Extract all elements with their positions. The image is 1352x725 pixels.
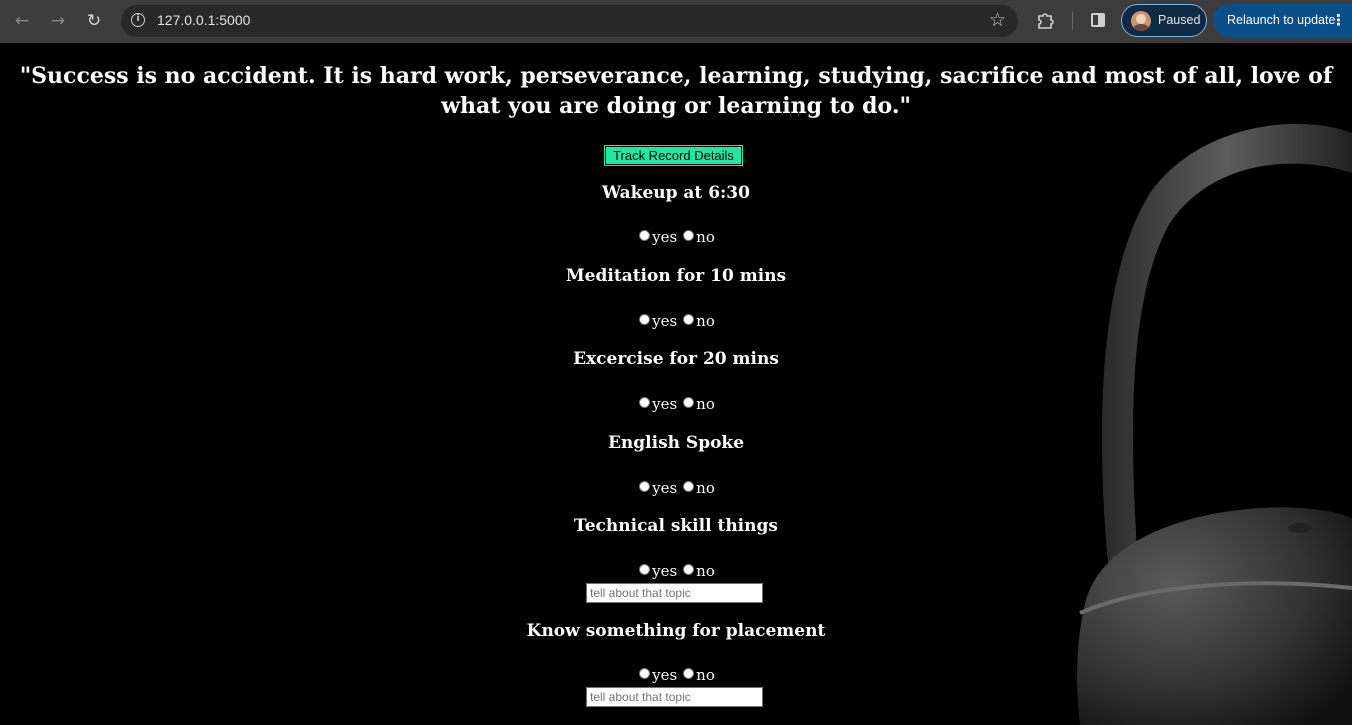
- no-label: no: [696, 479, 715, 497]
- yes-radio[interactable]: [639, 230, 651, 241]
- topic-input[interactable]: tell about that topic: [586, 687, 763, 707]
- back-icon[interactable]: ←: [9, 8, 35, 34]
- toolbar-divider: [1072, 12, 1073, 30]
- yes-radio[interactable]: [639, 564, 651, 575]
- no-radio[interactable]: [683, 230, 695, 241]
- relaunch-label: Relaunch to update: [1227, 13, 1336, 27]
- no-radio[interactable]: [683, 481, 695, 492]
- track-record-button[interactable]: Track Record Details: [604, 145, 743, 166]
- yes-label: yes: [652, 666, 678, 684]
- extensions-icon[interactable]: [1036, 11, 1054, 29]
- no-label: no: [696, 395, 715, 413]
- side-panel-icon[interactable]: [1091, 13, 1105, 27]
- yes-label: yes: [652, 479, 678, 497]
- answer-options: yes no: [0, 228, 1352, 246]
- no-radio[interactable]: [683, 564, 695, 575]
- answer-options: yes no: [0, 666, 1352, 684]
- topic-input[interactable]: tell about that topic: [586, 583, 763, 603]
- yes-label: yes: [652, 228, 678, 246]
- yes-label: yes: [652, 312, 678, 330]
- yes-label: yes: [652, 562, 678, 580]
- forward-icon[interactable]: →: [45, 8, 71, 34]
- browser-toolbar: ← → ↻ i 127.0.0.1:5000 ☆ Paused Relaunch…: [0, 0, 1352, 43]
- url-text[interactable]: 127.0.0.1:5000: [157, 12, 250, 28]
- answer-options: yes no: [0, 395, 1352, 413]
- question-title: Meditation for 10 mins: [565, 266, 787, 286]
- yes-radio[interactable]: [639, 397, 651, 408]
- menu-icon[interactable]: ⋮: [1331, 11, 1346, 29]
- avatar: [1131, 11, 1151, 31]
- reload-icon[interactable]: ↻: [81, 8, 107, 34]
- no-radio[interactable]: [683, 397, 695, 408]
- question-title: English Spoke: [607, 433, 745, 453]
- answer-options: yes no: [0, 562, 1352, 580]
- site-info-icon[interactable]: i: [131, 13, 145, 27]
- no-label: no: [696, 228, 715, 246]
- yes-radio[interactable]: [639, 668, 651, 679]
- question-title: Wakeup at 6:30: [602, 183, 750, 203]
- no-radio[interactable]: [683, 314, 695, 325]
- page-content: "Success is no accident. It is hard work…: [0, 43, 1352, 725]
- question-title: Know something for placement: [526, 621, 826, 641]
- star-icon[interactable]: ☆: [989, 9, 1006, 31]
- yes-radio[interactable]: [639, 481, 651, 492]
- address-bar[interactable]: i 127.0.0.1:5000 ☆: [121, 5, 1018, 37]
- no-label: no: [696, 312, 715, 330]
- answer-options: yes no: [0, 312, 1352, 330]
- no-label: no: [696, 666, 715, 684]
- question-title: Excercise for 20 mins: [573, 349, 779, 369]
- quote-heading: "Success is no accident. It is hard work…: [19, 63, 1333, 119]
- question-title: Technical skill things: [574, 516, 778, 536]
- profile-status: Paused: [1158, 13, 1201, 27]
- no-label: no: [696, 562, 715, 580]
- answer-options: yes no: [0, 479, 1352, 497]
- profile-button[interactable]: Paused: [1121, 4, 1207, 37]
- yes-radio[interactable]: [639, 314, 651, 325]
- relaunch-button[interactable]: Relaunch to update ⋮: [1213, 4, 1352, 37]
- no-radio[interactable]: [683, 668, 695, 679]
- yes-label: yes: [652, 395, 678, 413]
